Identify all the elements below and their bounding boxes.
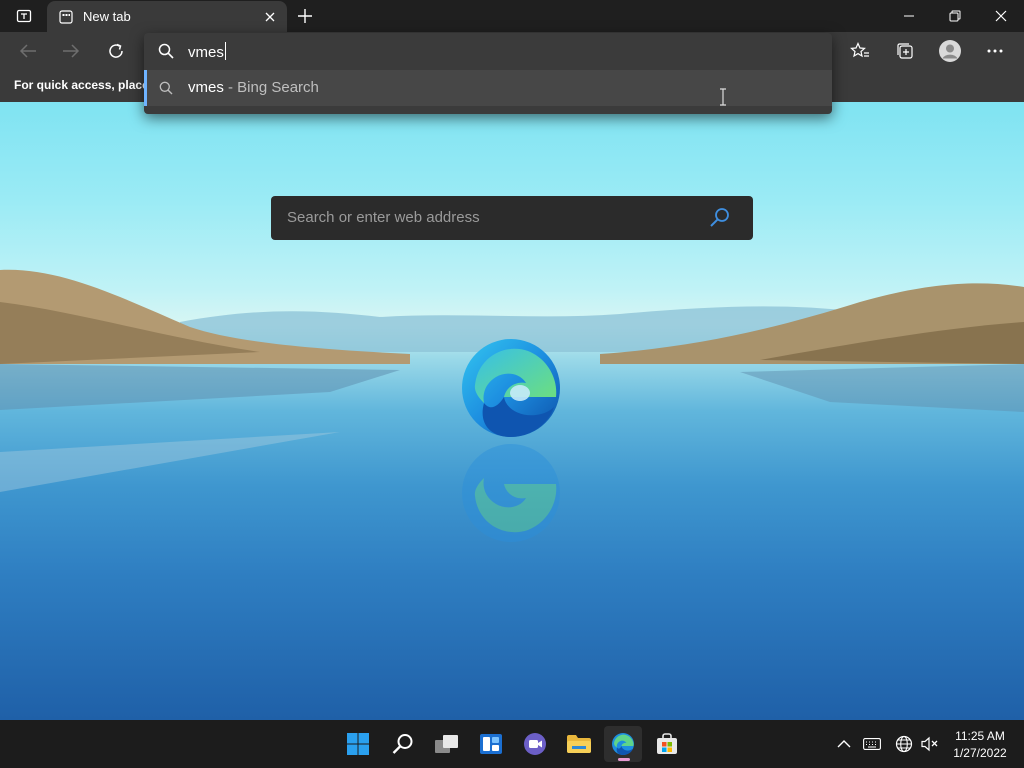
file-explorer-icon xyxy=(567,735,591,753)
edge-logo-icon xyxy=(462,339,560,437)
suggestion-query: vmes xyxy=(188,79,224,96)
task-view-icon xyxy=(435,735,458,753)
favorites-bar-message: For quick access, place y xyxy=(14,78,144,92)
tab-actions-menu-button[interactable] xyxy=(8,6,40,26)
edge-icon xyxy=(612,733,634,755)
search-icon xyxy=(392,734,413,754)
collections-button[interactable] xyxy=(890,37,920,65)
close-window-button[interactable] xyxy=(978,0,1024,32)
start-icon xyxy=(347,733,369,755)
minimize-icon xyxy=(904,15,914,17)
address-bar-dropdown: vmes vmes - Bing Search xyxy=(144,33,832,114)
new-tab-button[interactable] xyxy=(292,4,318,28)
tab-title: New tab xyxy=(83,9,131,24)
restore-icon xyxy=(949,10,961,22)
profile-button[interactable] xyxy=(935,37,965,65)
search-icon xyxy=(158,43,174,59)
ntp-search-placeholder: Search or enter web address xyxy=(287,209,480,226)
speaker-muted-icon xyxy=(921,736,938,752)
back-button[interactable] xyxy=(13,37,43,65)
address-bar-input[interactable]: vmes xyxy=(144,33,832,70)
touch-keyboard-button[interactable] xyxy=(862,734,882,754)
clock-date: 1/27/2022 xyxy=(953,746,1007,760)
network-button[interactable] xyxy=(894,734,914,754)
collections-icon xyxy=(897,43,913,59)
avatar-icon xyxy=(939,40,961,62)
favorites-button[interactable] xyxy=(845,37,875,65)
tab-close-button[interactable] xyxy=(261,8,279,26)
new-tab-page: Search or enter web address xyxy=(0,102,1024,720)
minimize-button[interactable] xyxy=(886,0,932,32)
active-app-indicator xyxy=(618,758,630,761)
title-bar: New tab xyxy=(0,0,1024,32)
ntp-search-box[interactable]: Search or enter web address xyxy=(271,196,753,240)
globe-network-icon xyxy=(895,735,913,753)
tab-actions-icon xyxy=(16,9,32,23)
widgets-button[interactable] xyxy=(472,726,510,762)
show-hidden-icons-button[interactable] xyxy=(834,734,854,754)
new-tab-page-icon xyxy=(59,9,73,24)
taskbar-search-button[interactable] xyxy=(384,726,422,762)
store-icon xyxy=(657,733,677,754)
close-icon xyxy=(265,12,275,21)
search-icon xyxy=(159,81,173,95)
taskbar: 11:25 AM 1/27/2022 xyxy=(0,720,1024,768)
keyboard-icon xyxy=(863,738,881,750)
address-bar-text: vmes xyxy=(188,44,224,61)
forward-button[interactable] xyxy=(56,37,86,65)
volume-button[interactable] xyxy=(920,734,940,754)
more-dots-icon xyxy=(987,49,1003,53)
clock-time: 11:25 AM xyxy=(955,729,1005,743)
edge-taskbar-button[interactable] xyxy=(604,726,642,762)
plus-icon xyxy=(298,9,312,23)
suggestion-item[interactable]: vmes - Bing Search xyxy=(144,70,832,106)
tab-new-tab[interactable]: New tab xyxy=(47,1,287,32)
widgets-icon xyxy=(480,734,502,754)
system-clock[interactable]: 11:25 AM 1/27/2022 xyxy=(946,728,1014,762)
microsoft-store-button[interactable] xyxy=(648,726,686,762)
arrow-right-icon xyxy=(63,44,80,58)
refresh-button[interactable] xyxy=(101,37,131,65)
restore-button[interactable] xyxy=(932,0,978,32)
refresh-icon xyxy=(109,43,123,58)
settings-more-button[interactable] xyxy=(980,37,1010,65)
text-caret xyxy=(224,42,226,60)
mouse-ibeam-cursor xyxy=(720,88,726,106)
edge-logo-reflection xyxy=(462,444,560,542)
chevron-up-icon xyxy=(837,740,851,748)
teams-chat-button[interactable] xyxy=(516,726,554,762)
teams-chat-icon xyxy=(524,733,546,755)
suggestion-source: - Bing Search xyxy=(223,79,319,96)
favorites-star-icon xyxy=(850,42,869,58)
arrow-left-icon xyxy=(19,44,36,58)
file-explorer-button[interactable] xyxy=(560,726,598,762)
task-view-button[interactable] xyxy=(428,726,466,762)
search-icon[interactable] xyxy=(709,206,731,228)
start-button[interactable] xyxy=(339,726,377,762)
close-icon xyxy=(995,10,1007,22)
